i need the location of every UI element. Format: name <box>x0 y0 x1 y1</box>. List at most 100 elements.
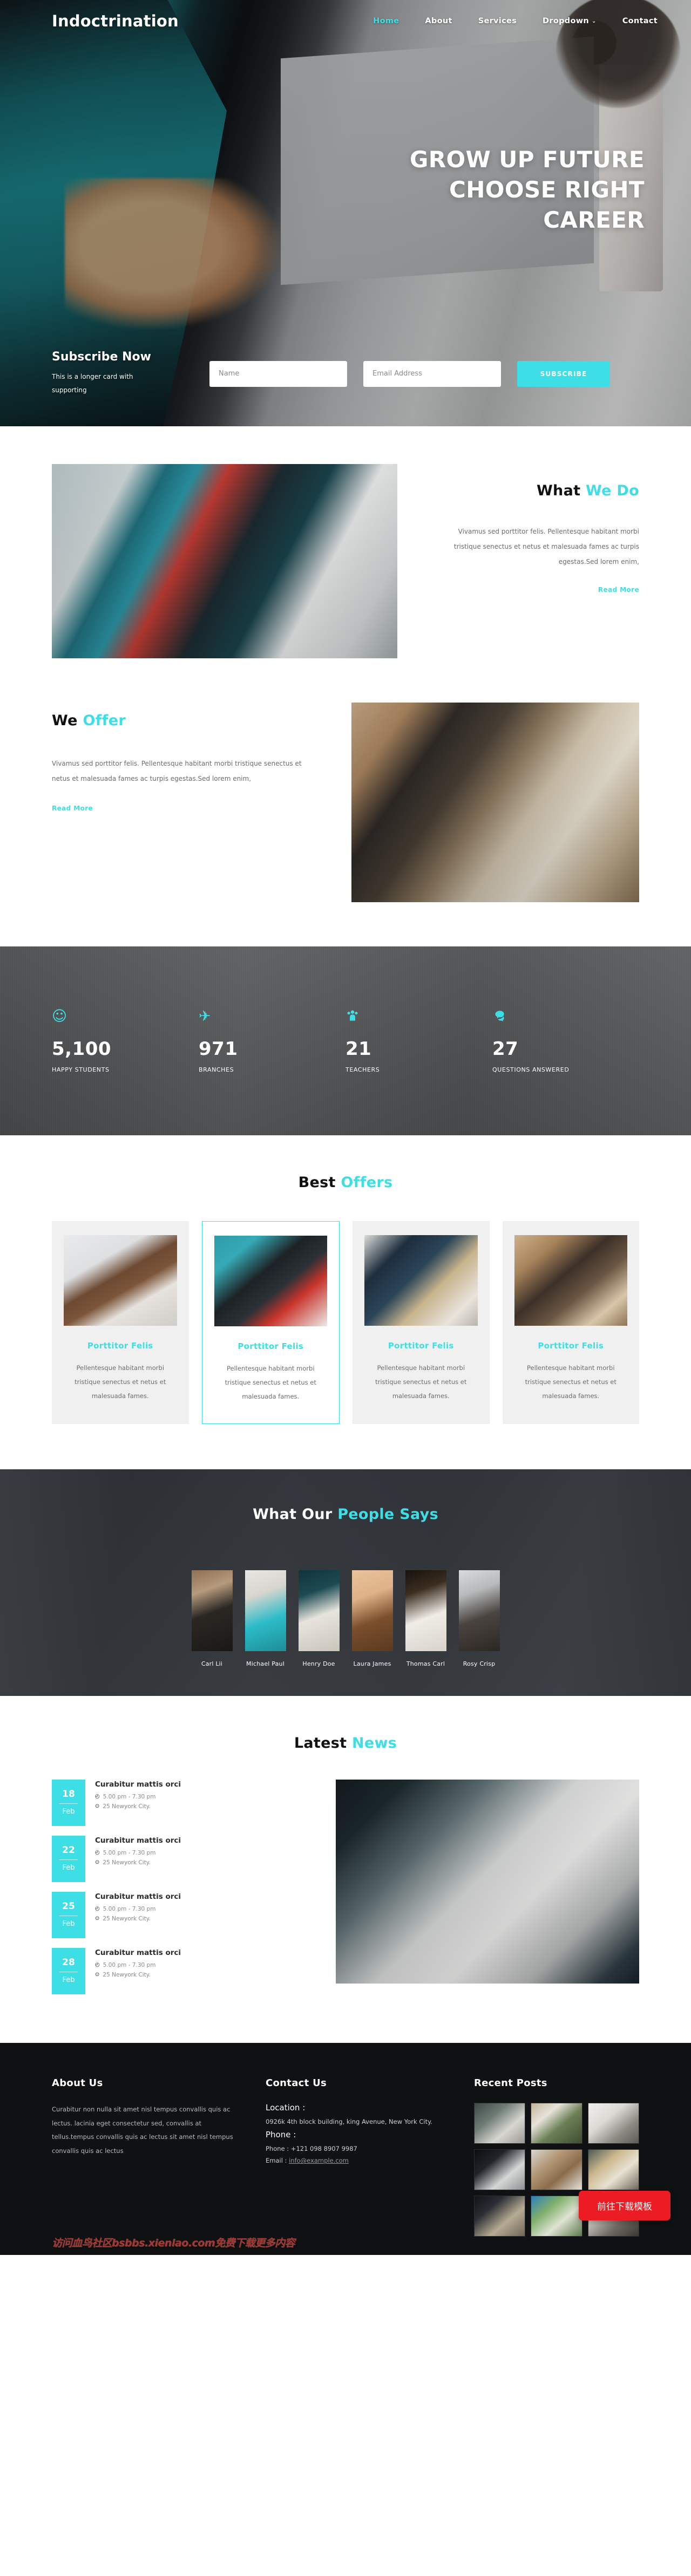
testimonial-person[interactable]: Laura James <box>351 1570 393 1667</box>
testimonials-heading-accent: People Says <box>337 1505 438 1523</box>
news-item-title: Curabitur mattis orci <box>95 1836 181 1845</box>
avatar <box>458 1570 500 1651</box>
offer-card-title: Porttitor Felis <box>388 1341 454 1351</box>
recent-post-thumb[interactable] <box>587 2149 639 2190</box>
we-offer-body: Vivamus sed porttitor felis. Pellentesqu… <box>52 760 302 783</box>
location-pin-icon: ⊙ <box>95 1803 100 1810</box>
users-icon-svg <box>347 1010 358 1021</box>
news-item-time-row: ◴ 5.00 pm - 7.30 pm <box>95 1906 181 1912</box>
news-item-month: Feb <box>62 1864 75 1872</box>
news-item[interactable]: 22 Feb Curabitur mattis orci ◴ 5.00 pm - … <box>52 1835 306 1882</box>
nav-item-services[interactable]: Services <box>478 17 517 25</box>
offer-card-desc: Pellentesque habitant morbi tristique se… <box>225 1365 316 1400</box>
testimonial-person[interactable]: Rosy Crisp <box>458 1570 500 1667</box>
we-offer-section: We Offer Vivamus sed porttitor felis. Pe… <box>0 658 691 902</box>
nav-item-home-label: Home <box>373 17 399 25</box>
what-we-do-read-more-link[interactable]: Read More <box>598 586 639 594</box>
we-offer-heading-dark: We <box>52 712 83 729</box>
footer-location-label: Location : <box>266 2102 306 2112</box>
news-item-info: Curabitur mattis orci ◴ 5.00 pm - 7.30 pm… <box>85 1780 181 1826</box>
offer-card[interactable]: Porttitor Felis Pellentesque habitant mo… <box>52 1221 189 1424</box>
stat-branches-label: BRANCHES <box>199 1066 234 1073</box>
news-item-month: Feb <box>62 1808 75 1816</box>
latest-news-heading-dark: Latest <box>294 1734 352 1752</box>
we-offer-read-more-link[interactable]: Read More <box>52 805 93 812</box>
offer-card[interactable]: Porttitor Felis Pellentesque habitant mo… <box>502 1221 639 1424</box>
footer-location-value: 0926k 4th block building, king Avenue, N… <box>266 2117 432 2125</box>
stats-section: ☺ 5,100 HAPPY STUDENTS ✈ 971 BRANCHES 21… <box>0 946 691 1135</box>
nav-item-services-label: Services <box>478 17 517 25</box>
footer-email-label: Email : <box>266 2157 289 2165</box>
news-item-place-row: ⊙ 25 Newyork City. <box>95 1803 181 1810</box>
nav-item-about[interactable]: About <box>425 17 452 25</box>
testimonial-person[interactable]: Michael Paul <box>245 1570 286 1667</box>
recent-post-thumb[interactable] <box>474 2102 526 2144</box>
date-divider <box>59 1859 78 1861</box>
what-we-do-image <box>52 464 397 658</box>
news-item-date: 28 Feb <box>52 1947 85 1994</box>
stat-teachers-label: TEACHERS <box>346 1066 380 1073</box>
what-we-do-heading-dark: What <box>536 482 586 499</box>
subscribe-name-input[interactable] <box>209 360 347 387</box>
offer-card-desc: Pellentesque habitant morbi tristique se… <box>74 1364 166 1400</box>
subscribe-button[interactable]: SUBSCRIBE <box>517 360 610 387</box>
nav-item-about-label: About <box>425 17 452 25</box>
stat-branches: ✈ 971 BRANCHES <box>199 1009 346 1073</box>
avatar <box>245 1570 286 1651</box>
news-item-place: 25 Newyork City. <box>103 1803 151 1810</box>
testimonial-person[interactable]: Carl Lii <box>191 1570 233 1667</box>
footer-email-link[interactable]: info@example.com <box>289 2157 349 2164</box>
recent-post-thumb[interactable] <box>474 2195 526 2237</box>
subscribe-copy: Subscribe Now This is a longer card with… <box>52 350 203 397</box>
news-item-time: 5.00 pm - 7.30 pm <box>103 1961 156 1968</box>
news-item[interactable]: 28 Feb Curabitur mattis orci ◴ 5.00 pm - … <box>52 1947 306 1994</box>
footer-contact-column: Contact Us Location : 0926k 4th block bu… <box>266 2077 444 2237</box>
offer-card-desc: Pellentesque habitant morbi tristique se… <box>525 1364 617 1400</box>
testimonials-heading-white: What Our <box>253 1505 338 1523</box>
recent-post-thumb[interactable] <box>531 2149 582 2190</box>
news-item[interactable]: 18 Feb Curabitur mattis orci ◴ 5.00 pm - … <box>52 1779 306 1826</box>
footer-about-heading: About Us <box>52 2077 103 2089</box>
testimonial-person-name: Rosy Crisp <box>463 1660 496 1667</box>
recent-post-thumb[interactable] <box>474 2149 526 2190</box>
testimonials-heading: What Our People Says <box>0 1469 691 1523</box>
hero-headline-line2: CHOOSE RIGHT <box>449 176 645 203</box>
stat-branches-number: 971 <box>199 1038 238 1060</box>
navbar: Indoctrination Home About Services Dropd… <box>0 0 691 42</box>
location-pin-icon: ⊙ <box>95 1859 100 1866</box>
news-item-time-row: ◴ 5.00 pm - 7.30 pm <box>95 1962 181 1968</box>
smiley-icon: ☺ <box>52 1007 67 1025</box>
news-item-title: Curabitur mattis orci <box>95 1892 181 1901</box>
best-offers-heading-accent: Offers <box>341 1174 393 1191</box>
nav-item-dropdown[interactable]: Dropdown ⌄ <box>543 17 597 25</box>
clock-icon: ◴ <box>95 1794 100 1800</box>
recent-post-thumb[interactable] <box>531 2102 582 2144</box>
offer-card[interactable]: Porttitor Felis Pellentesque habitant mo… <box>201 1221 340 1424</box>
best-offers-heading: Best Offers <box>52 1174 639 1191</box>
testimonial-person[interactable]: Henry Doe <box>298 1570 340 1667</box>
nav-item-contact[interactable]: Contact <box>622 17 658 25</box>
testimonial-person-name: Michael Paul <box>246 1660 284 1667</box>
news-item-place: 25 Newyork City. <box>103 1971 151 1978</box>
offer-card-title: Porttitor Felis <box>538 1341 604 1351</box>
news-item-title: Curabitur mattis orci <box>95 1948 181 1957</box>
footer-contact-heading: Contact Us <box>266 2077 327 2089</box>
location-pin-icon: ⊙ <box>95 1916 100 1922</box>
offer-card[interactable]: Porttitor Felis Pellentesque habitant mo… <box>353 1221 490 1424</box>
brand-logo[interactable]: Indoctrination <box>52 12 179 30</box>
news-item-day: 22 <box>62 1845 75 1856</box>
news-item-day: 18 <box>62 1789 75 1800</box>
news-item-day: 28 <box>62 1957 75 1968</box>
news-item-place: 25 Newyork City. <box>103 1859 151 1866</box>
download-template-button[interactable]: 前往下载模板 <box>579 2190 670 2220</box>
news-item[interactable]: 25 Feb Curabitur mattis orci ◴ 5.00 pm - … <box>52 1891 306 1938</box>
nav-item-home[interactable]: Home <box>373 17 399 25</box>
recent-post-thumb[interactable] <box>587 2102 639 2144</box>
we-offer-heading: We Offer <box>52 712 306 729</box>
recent-post-thumb[interactable] <box>531 2195 582 2237</box>
subscribe-form: SUBSCRIBE <box>209 360 610 387</box>
offer-card-image <box>64 1235 177 1326</box>
news-item-month: Feb <box>62 1920 75 1928</box>
testimonial-person[interactable]: Thomas Carl <box>405 1570 446 1667</box>
subscribe-email-input[interactable] <box>363 360 501 387</box>
